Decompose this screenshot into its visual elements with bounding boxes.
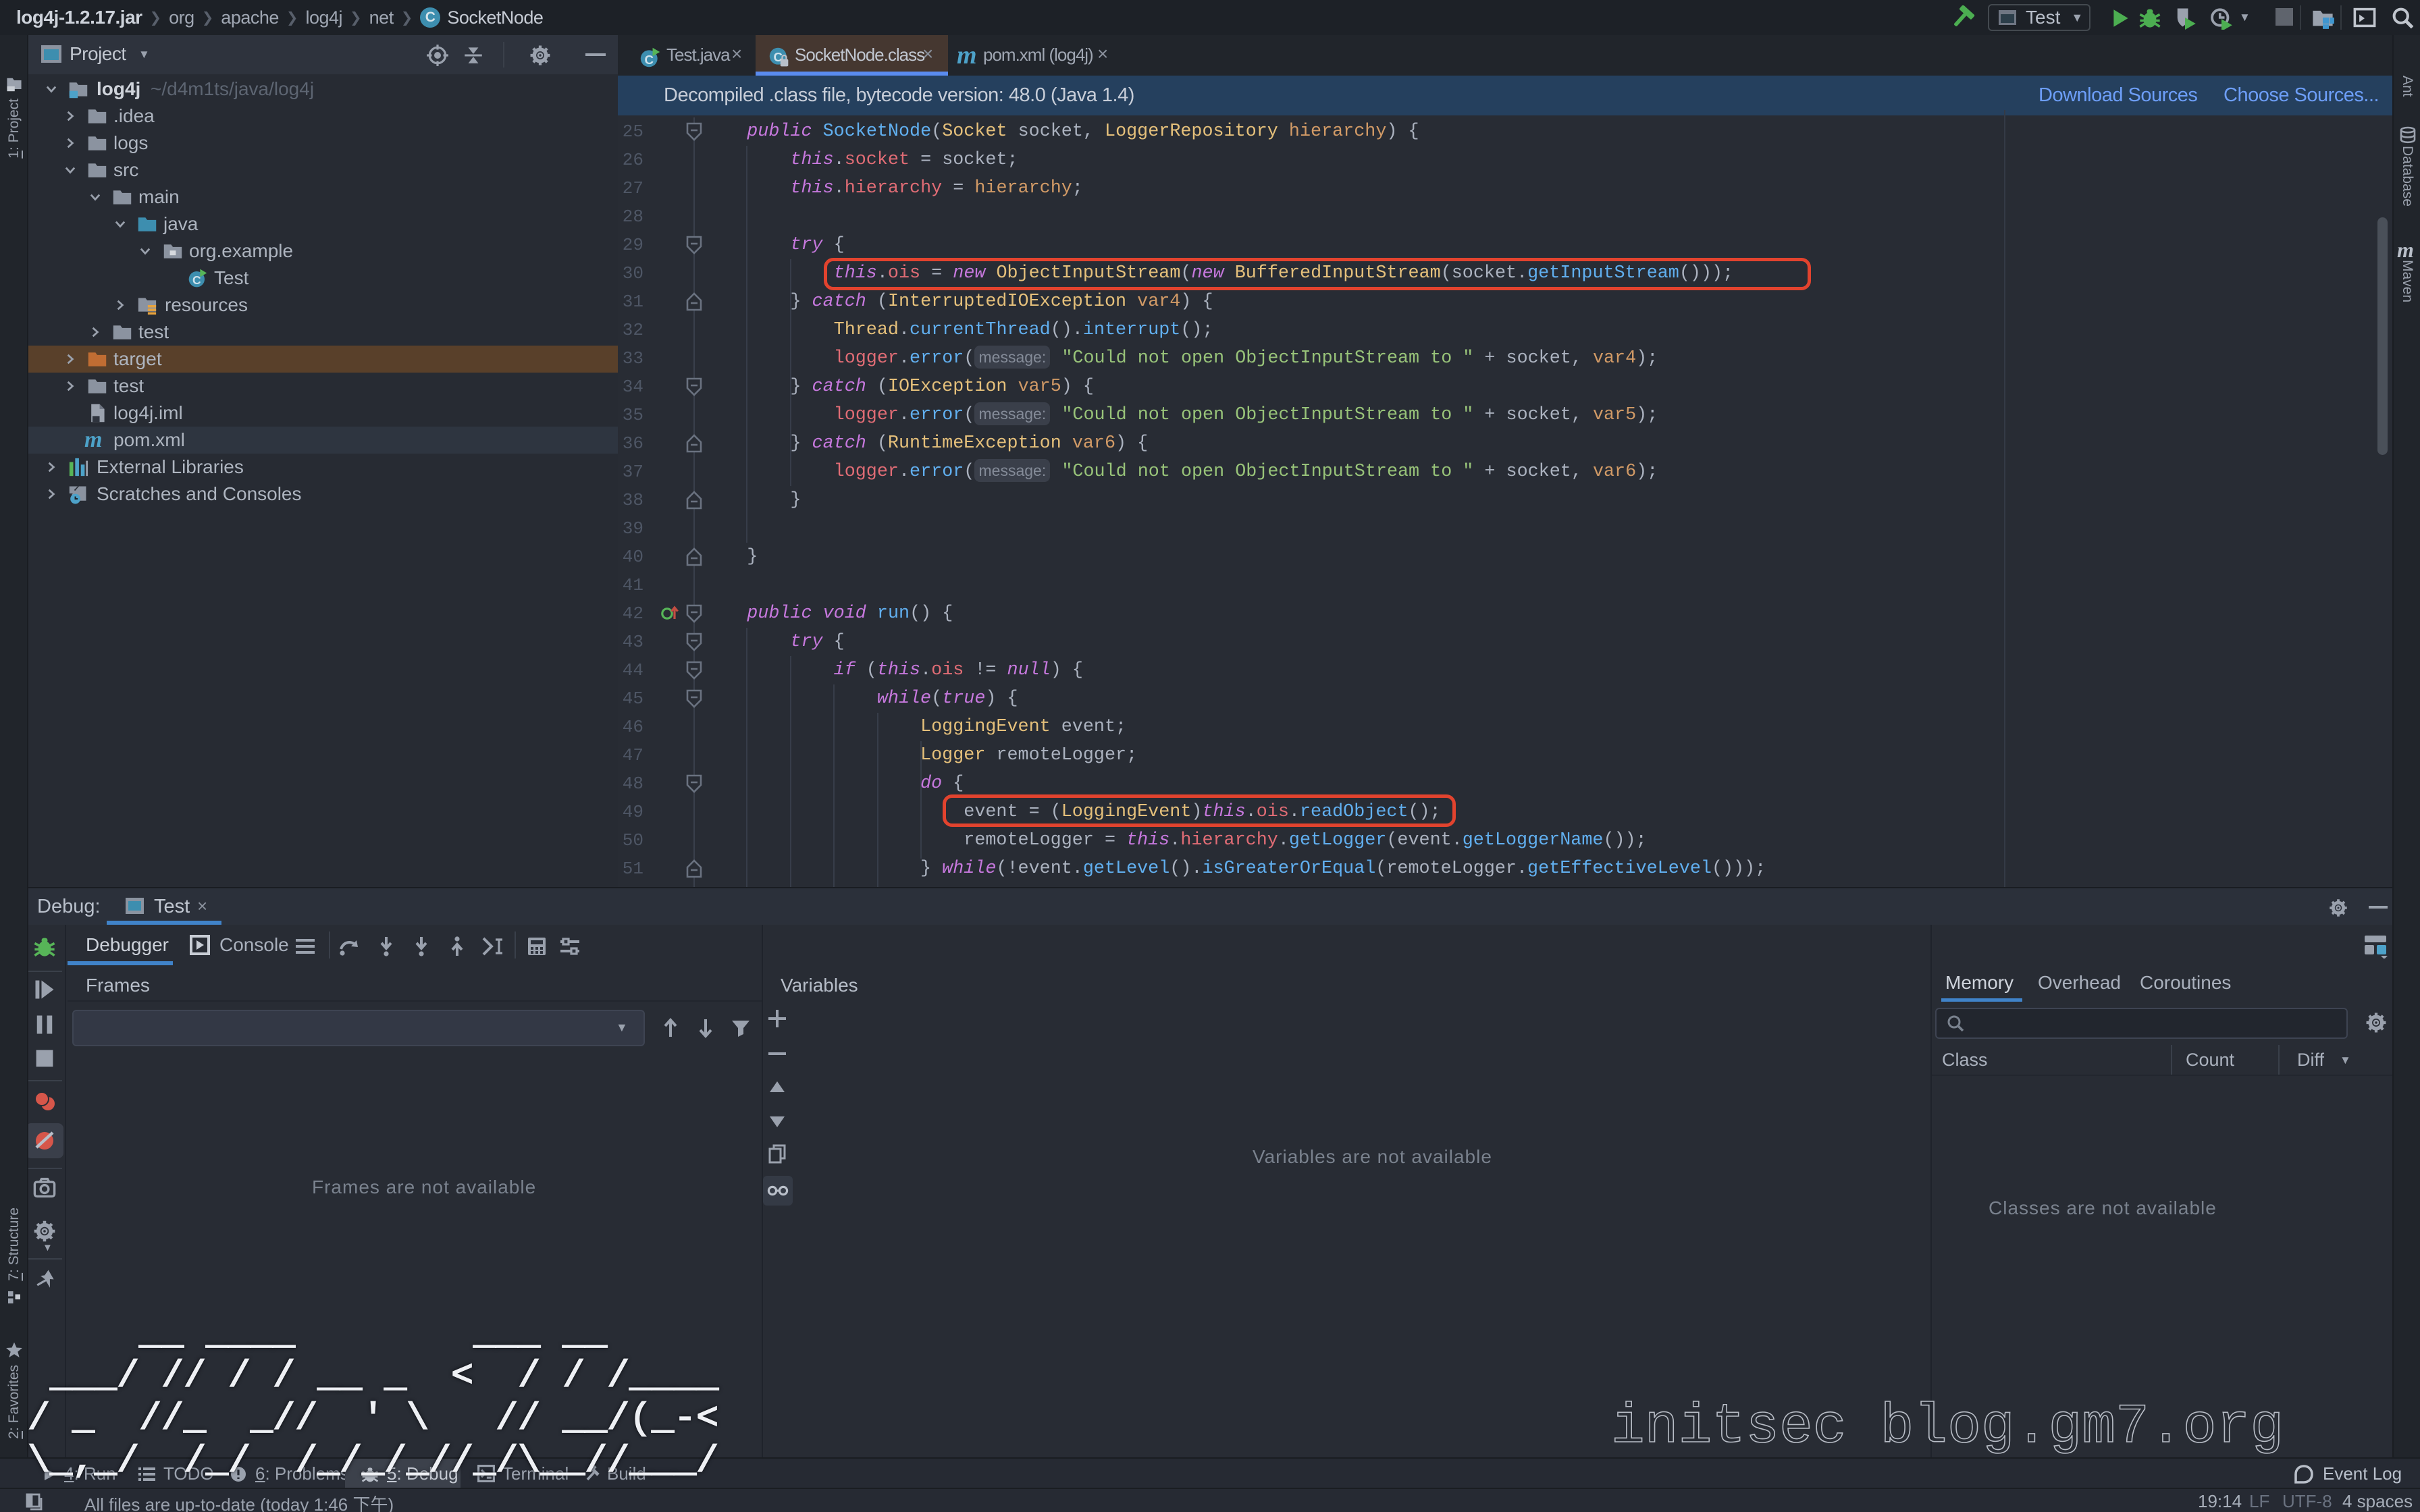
svg-text:C: C (192, 273, 201, 287)
svg-text:C: C (644, 53, 653, 67)
